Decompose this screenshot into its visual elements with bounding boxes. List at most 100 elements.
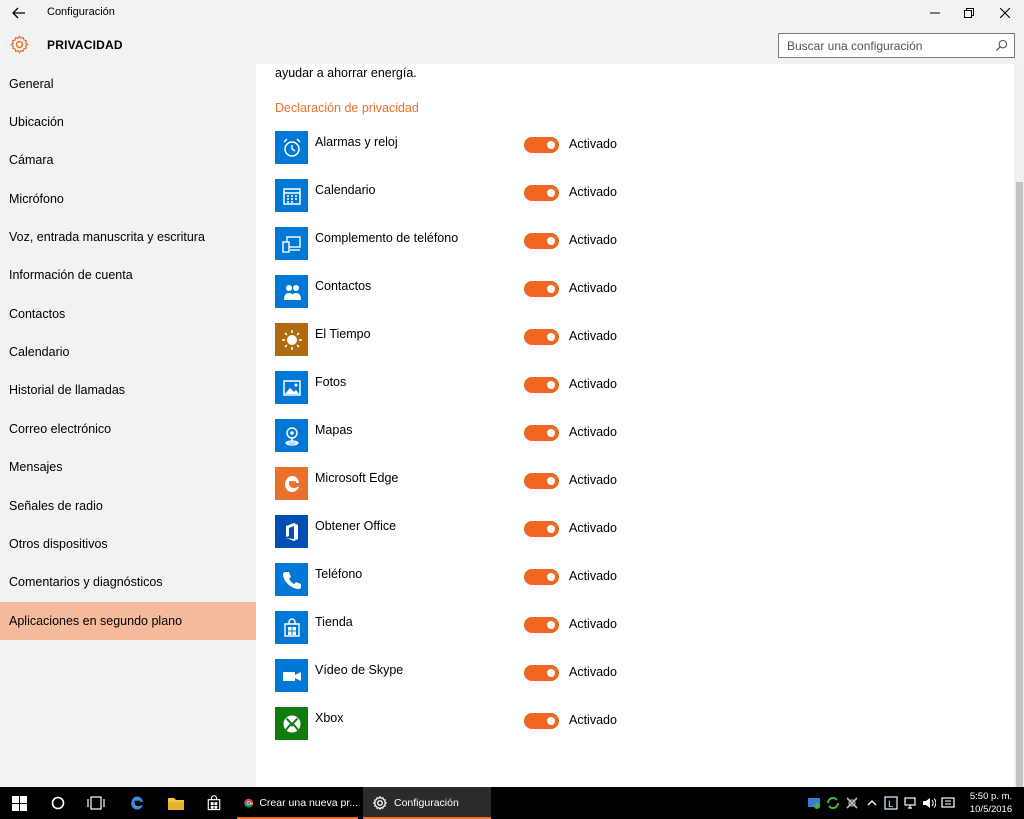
store-icon [275,611,308,644]
search-box[interactable] [778,33,1015,58]
sidebar-item-account-info[interactable]: Información de cuenta [0,256,256,294]
scroll-thumb[interactable] [1016,182,1023,787]
toggle-switch[interactable] [524,329,559,345]
people-icon [275,275,308,308]
windows-logo-icon [11,795,27,811]
toggle-switch[interactable] [524,473,559,489]
folder-icon [168,797,184,810]
sidebar-item-email[interactable]: Correo electrónico [0,410,256,448]
app-name: Fotos [315,375,347,389]
sidebar-item-camera[interactable]: Cámara [0,141,256,179]
app-row-weather: El Tiempo Activado [275,323,635,357]
sidebar-item-contacts[interactable]: Contactos [0,295,256,333]
taskbar-app-label: Configuración [394,797,459,809]
cortana-button[interactable] [40,787,76,819]
taskbar-edge-button[interactable] [118,787,156,819]
minimize-button[interactable] [918,0,951,26]
toggle-state: Activado [569,185,617,199]
vertical-scrollbar[interactable] [1014,64,1024,787]
privacy-statement-link[interactable]: Declaración de privacidad [275,101,419,115]
app-name: Obtener Office [315,519,397,533]
search-input[interactable] [779,34,989,57]
sidebar-item-messaging[interactable]: Mensajes [0,448,256,486]
taskbar-chrome-app[interactable]: Crear una nueva pr... [237,787,358,819]
sidebar-item-other-devices[interactable]: Otros dispositivos [0,525,256,563]
page-title: PRIVACIDAD [47,38,123,52]
toggle-switch[interactable] [524,617,559,633]
main-content: ayudar a ahorrar energía. Declaración de… [256,64,1024,787]
start-button[interactable] [0,787,38,819]
app-row-phone: Teléfono Activado [275,563,635,597]
back-button[interactable] [0,0,38,26]
toggle-switch[interactable] [524,185,559,201]
clock-date: 10/5/2016 [969,804,1013,815]
app-name: Microsoft Edge [315,471,399,485]
app-name: El Tiempo [315,327,371,341]
toggle-switch[interactable] [524,233,559,249]
system-clock[interactable]: 5:50 p. m. 10/5/2016 [962,790,1020,816]
gear-icon [10,35,29,54]
toggle-switch[interactable] [524,713,559,729]
app-row-skype-video: Vídeo de Skype Activado [275,659,635,693]
app-row-edge: Microsoft Edge Activado [275,467,635,501]
back-arrow-icon [12,7,25,19]
taskbar-settings-app[interactable]: Configuración [363,787,491,819]
weather-sun-icon [275,323,308,356]
skype-video-icon [275,659,308,692]
window-title: Configuración [47,6,115,18]
chevron-up-icon[interactable] [865,796,879,810]
xbox-icon [275,707,308,740]
security-icon[interactable] [845,796,859,810]
toggle-state: Activado [569,233,617,247]
search-icon[interactable] [995,39,1008,52]
intro-text: ayudar a ahorrar energía. [275,66,417,80]
phone-icon [275,563,308,596]
alarm-clock-icon [275,131,308,164]
action-center-icon[interactable] [941,796,955,810]
toggle-switch[interactable] [524,569,559,585]
network-monitor-icon[interactable] [807,796,821,810]
sidebar-item-call-history[interactable]: Historial de llamadas [0,371,256,409]
toggle-switch[interactable] [524,665,559,681]
toggle-state: Activado [569,617,617,631]
minimize-icon [929,12,940,14]
app-name: Teléfono [315,567,363,581]
toggle-switch[interactable] [524,377,559,393]
photos-icon [275,371,308,404]
close-icon [999,8,1010,18]
toggle-state: Activado [569,665,617,679]
sidebar-item-feedback[interactable]: Comentarios y diagnósticos [0,563,256,601]
close-button[interactable] [988,0,1021,26]
app-row-phone-companion: Complemento de teléfono Activado [275,227,635,261]
toggle-state: Activado [569,473,617,487]
sidebar-item-general[interactable]: General [0,65,256,103]
toggle-state: Activado [569,521,617,535]
office-icon [275,515,308,548]
app-tray-icon[interactable]: L [884,796,898,810]
network-icon[interactable] [903,796,917,810]
file-explorer-button[interactable] [158,787,194,819]
sidebar-item-radios[interactable]: Señales de radio [0,487,256,525]
taskbar: Crear una nueva pr... Configuración L 5:… [0,787,1024,819]
edge-icon [131,796,143,810]
toggle-switch[interactable] [524,425,559,441]
toggle-switch[interactable] [524,137,559,153]
app-row-maps: Mapas Activado [275,419,635,453]
sidebar-item-calendar[interactable]: Calendario [0,333,256,371]
restore-button[interactable] [952,0,985,26]
volume-icon[interactable] [922,796,936,810]
settings-header: PRIVACIDAD [0,26,1024,64]
store-button[interactable] [196,787,232,819]
edge-icon [275,467,308,500]
sidebar-item-location[interactable]: Ubicación [0,103,256,141]
toggle-state: Activado [569,329,617,343]
sidebar-item-microphone[interactable]: Micrófono [0,180,256,218]
sidebar-item-speech[interactable]: Voz, entrada manuscrita y escritura [0,218,256,256]
sync-icon[interactable] [826,796,840,810]
app-name: Tienda [315,615,353,629]
gear-icon [373,796,387,810]
task-view-button[interactable] [78,787,114,819]
sidebar-item-background-apps[interactable]: Aplicaciones en segundo plano [0,602,256,640]
toggle-switch[interactable] [524,521,559,537]
toggle-switch[interactable] [524,281,559,297]
